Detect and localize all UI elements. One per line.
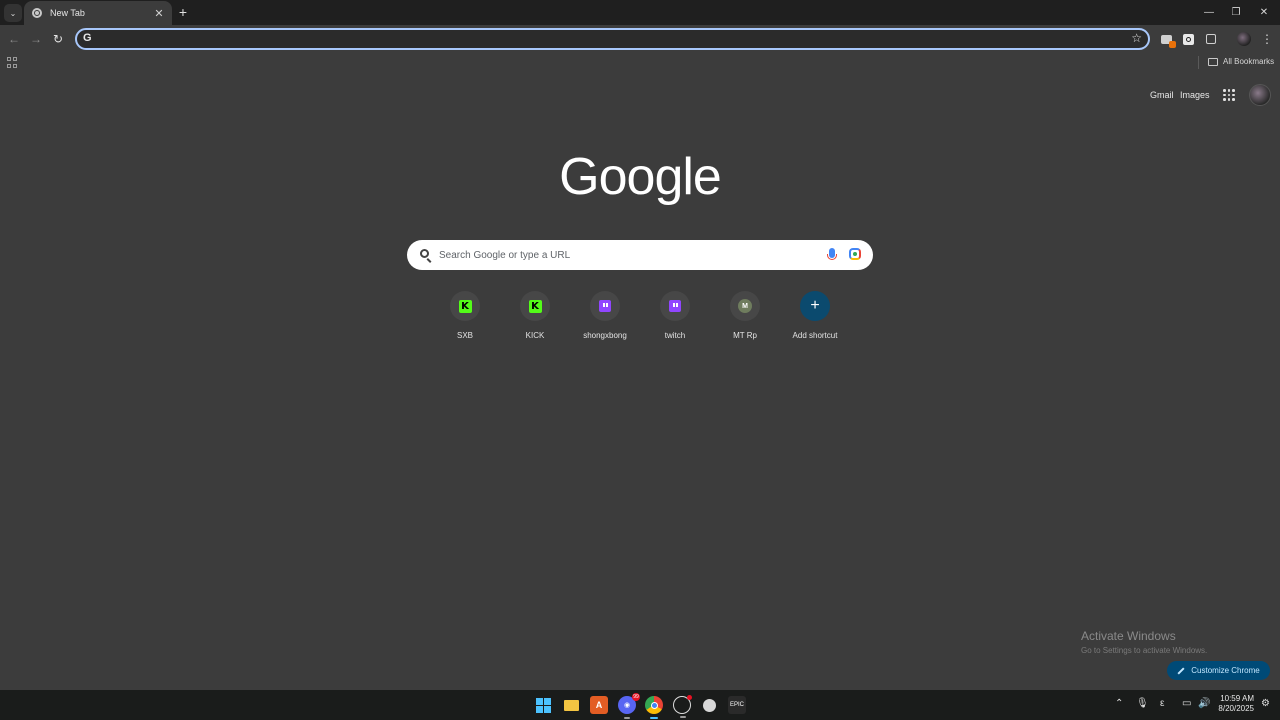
plus-icon: + (800, 291, 830, 321)
extension-2-icon[interactable] (1180, 31, 1196, 47)
shortcut-label: KICK (525, 331, 545, 340)
close-window-button[interactable]: ✕ (1254, 3, 1274, 21)
app-circle-icon[interactable] (673, 695, 692, 718)
toolbar: ← → ↻ G ☆ ⋮ (0, 25, 1280, 54)
shortcut-tile[interactable]: M MT Rp (710, 290, 780, 340)
app-a-icon[interactable]: A (590, 696, 608, 714)
all-bookmarks-button[interactable]: All Bookmarks (1208, 57, 1274, 66)
notification-badge: 99 (632, 693, 640, 701)
search-input[interactable] (439, 248, 809, 262)
shortcut-tile[interactable]: K KICK (500, 290, 570, 340)
bookmark-star-icon[interactable]: ☆ (1131, 31, 1142, 45)
images-link[interactable]: Images (1180, 90, 1210, 100)
tab-strip: ⌄ New Tab ✕ + — ❐ ✕ (0, 0, 1280, 25)
clock-date: 8/20/2025 (1218, 704, 1254, 713)
windows-start-icon[interactable] (534, 696, 552, 714)
customize-chrome-button[interactable]: Customize Chrome (1167, 661, 1270, 680)
back-button[interactable]: ← (5, 30, 23, 48)
tab-title: New Tab (50, 8, 85, 18)
steam-icon[interactable] (700, 696, 718, 714)
shortcut-icon-circle: K (520, 291, 550, 321)
shortcut-tile[interactable]: twitch (640, 290, 710, 340)
bookmarks-divider (1198, 56, 1199, 69)
file-explorer-icon[interactable] (562, 696, 580, 714)
twitch-icon (669, 300, 681, 312)
kick-icon: K (528, 299, 542, 313)
input-method-icon[interactable]: ε (1160, 698, 1164, 709)
minimize-button[interactable]: — (1199, 3, 1219, 21)
clock-time: 10:59 AM (1220, 694, 1254, 703)
address-bar[interactable]: G ☆ (75, 28, 1150, 50)
chrome-taskbar-icon[interactable] (645, 696, 663, 719)
active-indicator (650, 717, 658, 719)
tab-new-tab[interactable]: New Tab ✕ (24, 1, 172, 25)
customize-label: Customize Chrome (1191, 666, 1260, 675)
running-indicator (680, 716, 686, 718)
running-indicator (624, 717, 630, 719)
add-shortcut-button[interactable]: + Add shortcut (780, 290, 850, 340)
taskbar: A ◉ 99 EPIC ⌃ 🎙 ε ▭ 🔊 ⚙ (0, 690, 1280, 720)
tab-search-button[interactable]: ⌄ (4, 4, 22, 22)
puzzle-icon[interactable] (1203, 31, 1219, 47)
activate-subtitle: Go to Settings to activate Windows. (1081, 646, 1208, 655)
activate-windows-watermark: Activate Windows Go to Settings to activ… (1081, 629, 1207, 655)
twitch-icon (599, 300, 611, 312)
shortcut-label: MT Rp (733, 331, 757, 340)
shortcut-label: shongxbong (583, 331, 627, 340)
pencil-icon (1177, 666, 1185, 675)
discord-icon[interactable]: ◉ 99 (618, 693, 640, 719)
account-avatar[interactable] (1249, 84, 1271, 106)
address-input[interactable] (99, 32, 1119, 46)
forward-button[interactable]: → (27, 30, 45, 48)
google-lens-icon[interactable] (849, 248, 861, 260)
microphone-icon[interactable] (827, 248, 837, 260)
all-bookmarks-label: All Bookmarks (1223, 57, 1275, 66)
gmail-link[interactable]: Gmail (1150, 90, 1174, 100)
system-clock[interactable]: 10:59 AM 8/20/2025 (1214, 694, 1254, 714)
menu-dots-icon[interactable]: ⋮ (1259, 31, 1275, 47)
volume-icon[interactable]: 🔊 (1198, 698, 1210, 709)
shortcut-icon-circle: K (450, 291, 480, 321)
close-tab-button[interactable]: ✕ (152, 6, 166, 20)
new-tab-button[interactable]: + (175, 4, 191, 20)
epic-games-icon[interactable]: EPIC (728, 696, 746, 714)
shortcut-icon-circle (660, 291, 690, 321)
shortcut-label: SXB (456, 331, 473, 340)
show-hidden-icons-icon[interactable]: ⌃ (1115, 698, 1123, 709)
m-letter-icon: M (738, 299, 752, 313)
shortcut-label: Add shortcut (792, 331, 838, 340)
activate-title: Activate Windows (1081, 629, 1176, 643)
apps-shortcut-icon[interactable] (7, 57, 18, 68)
chevron-down-icon: ⌄ (9, 8, 17, 18)
shortcut-icon-circle (590, 291, 620, 321)
shortcut-tile[interactable]: shongxbong (570, 290, 640, 340)
shortcut-icon-circle: M (730, 291, 760, 321)
chrome-icon (32, 8, 42, 18)
restore-button[interactable]: ❐ (1226, 3, 1246, 21)
folder-icon (1208, 57, 1218, 66)
notifications-icon[interactable]: ⚙ (1261, 698, 1270, 709)
kick-icon: K (458, 299, 472, 313)
network-icon[interactable]: ▭ (1182, 698, 1191, 709)
reload-button[interactable]: ↻ (49, 30, 67, 48)
profile-avatar[interactable] (1236, 31, 1252, 47)
red-dot-badge (687, 695, 692, 700)
search-icon (420, 249, 429, 258)
google-apps-icon[interactable] (1223, 89, 1235, 101)
google-logo: Google (559, 148, 722, 206)
google-g-icon: G (83, 32, 92, 44)
microphone-tray-icon[interactable]: 🎙 (1136, 698, 1149, 709)
extension-icon[interactable] (1158, 31, 1176, 48)
ntp-search-box[interactable] (407, 240, 873, 270)
shortcuts-grid: K SXB K KICK shongxbong twitch M MT Rp +… (430, 290, 850, 350)
shortcut-tile[interactable]: K SXB (430, 290, 500, 340)
shortcut-label: twitch (664, 331, 686, 340)
bookmarks-bar: All Bookmarks (0, 54, 1280, 72)
